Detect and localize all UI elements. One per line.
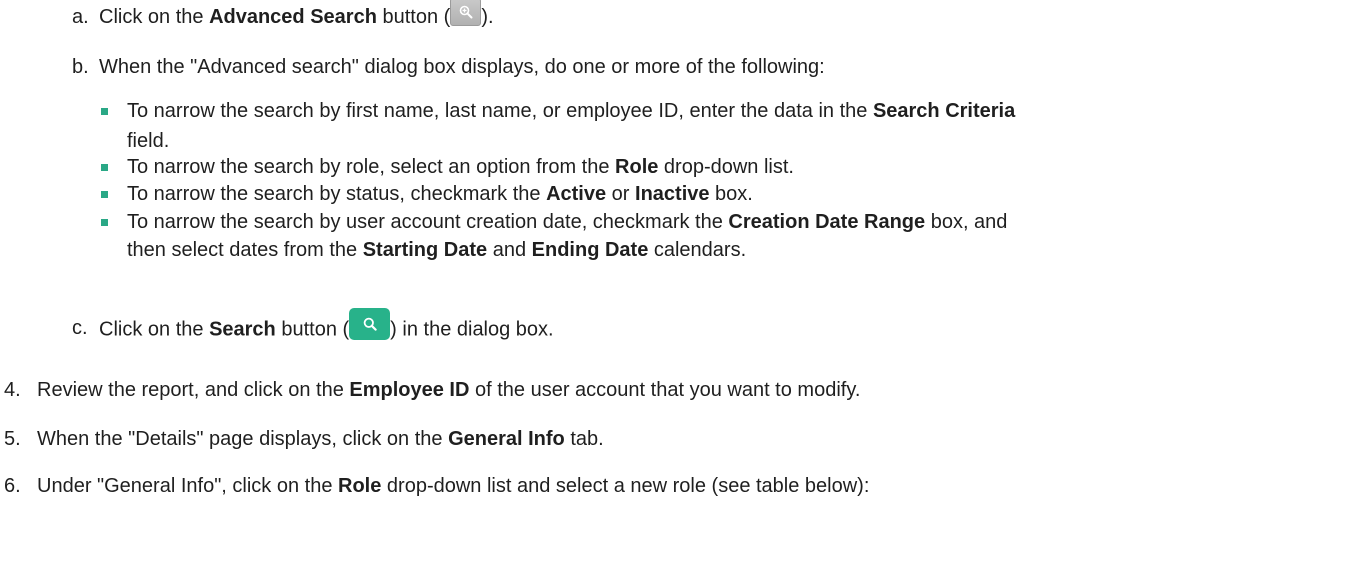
active-label: Active — [546, 183, 607, 205]
step-c-text-post: ) in the dialog box. — [390, 318, 554, 341]
bullet-3-text-mid: or — [606, 183, 636, 205]
search-magnifier-icon — [363, 317, 377, 331]
bullet-4-line-2-mid: and — [487, 239, 532, 261]
step-6-text: Under "General Info", click on the Role … — [37, 472, 869, 500]
step-6-marker: 6. — [4, 475, 21, 497]
bullet-1-line-1: To narrow the search by first name, last… — [127, 97, 1015, 125]
step-4-text-pre: Review the report, and click on the — [37, 379, 350, 401]
bullet-3-text-post: box. — [709, 183, 753, 205]
bullet-3-text-pre: To narrow the search by status, checkmar… — [127, 183, 547, 205]
bullet-1-line-2: field. — [127, 130, 170, 152]
step-6-text-pre: Under "General Info", click on the — [37, 475, 339, 497]
bullet-4-line-2-pre: then select dates from the — [127, 239, 363, 261]
search-button-icon — [349, 308, 391, 340]
bullet-3-marker — [101, 191, 108, 198]
step-c-text: Click on the Search button ( ) in the dia… — [99, 308, 554, 346]
step-6-text-post: drop-down list and select a new role (se… — [381, 475, 870, 497]
step-4-marker: 4. — [4, 379, 21, 401]
bullet-4-text-post: box, and — [925, 211, 1008, 233]
bullet-4-text-pre: To narrow the search by user account cre… — [127, 211, 729, 233]
step-a-text-post: ). — [481, 6, 494, 28]
bullet-2-marker — [101, 164, 108, 171]
step-c-marker: c. — [72, 317, 88, 339]
inactive-label: Inactive — [635, 183, 710, 205]
role-dropdown-label: Role — [338, 475, 382, 497]
step-b-marker: b. — [72, 56, 89, 78]
employee-id-label: Employee ID — [349, 379, 470, 401]
step-c-text-pre: Click on the — [99, 318, 210, 341]
step-a-marker: a. — [72, 6, 89, 28]
ending-date-label: Ending Date — [531, 239, 649, 261]
creation-date-range-label: Creation Date Range — [728, 211, 926, 233]
step-4-text-post: of the user account that you want to mod… — [469, 379, 861, 401]
bullet-4-line-1: To narrow the search by user account cre… — [127, 208, 1007, 236]
step-5-text-post: tab. — [564, 428, 604, 450]
step-c-text-mid: button ( — [275, 318, 350, 341]
starting-date-label: Starting Date — [362, 239, 488, 261]
advanced-search-button-icon — [450, 0, 482, 26]
step-a-text: Click on the Advanced Search button (). — [99, 0, 494, 32]
search-criteria-label: Search Criteria — [872, 100, 1016, 122]
role-label: Role — [615, 156, 659, 178]
step-a-text-mid: button ( — [376, 6, 451, 28]
step-4-text: Review the report, and click on the Empl… — [37, 376, 860, 404]
zoom-in-magnifier-icon — [459, 5, 473, 19]
step-5-text: When the "Details" page displays, click … — [37, 425, 604, 453]
bullet-4-line-2: then select dates from the Starting Date… — [127, 236, 746, 264]
general-info-label: General Info — [448, 428, 565, 450]
bullet-2-text: To narrow the search by role, select an … — [127, 153, 794, 181]
step-5-marker: 5. — [4, 428, 21, 450]
bullet-2-text-post: drop-down list. — [658, 156, 794, 178]
bullet-1-marker — [101, 108, 108, 115]
bullet-4-line-2-post: calendars. — [648, 239, 747, 261]
bullet-2-text-pre: To narrow the search by role, select an … — [127, 156, 616, 178]
step-5-text-pre: When the "Details" page displays, click … — [37, 428, 449, 450]
search-label: Search — [209, 318, 276, 341]
bullet-3-text: To narrow the search by status, checkmar… — [127, 180, 753, 208]
bullet-4-marker — [101, 219, 108, 226]
step-a-text-pre: Click on the — [99, 6, 210, 28]
step-b-text: When the "Advanced search" dialog box di… — [99, 56, 825, 78]
advanced-search-label: Advanced Search — [209, 6, 377, 28]
bullet-1-text-pre: To narrow the search by first name, last… — [127, 100, 873, 122]
